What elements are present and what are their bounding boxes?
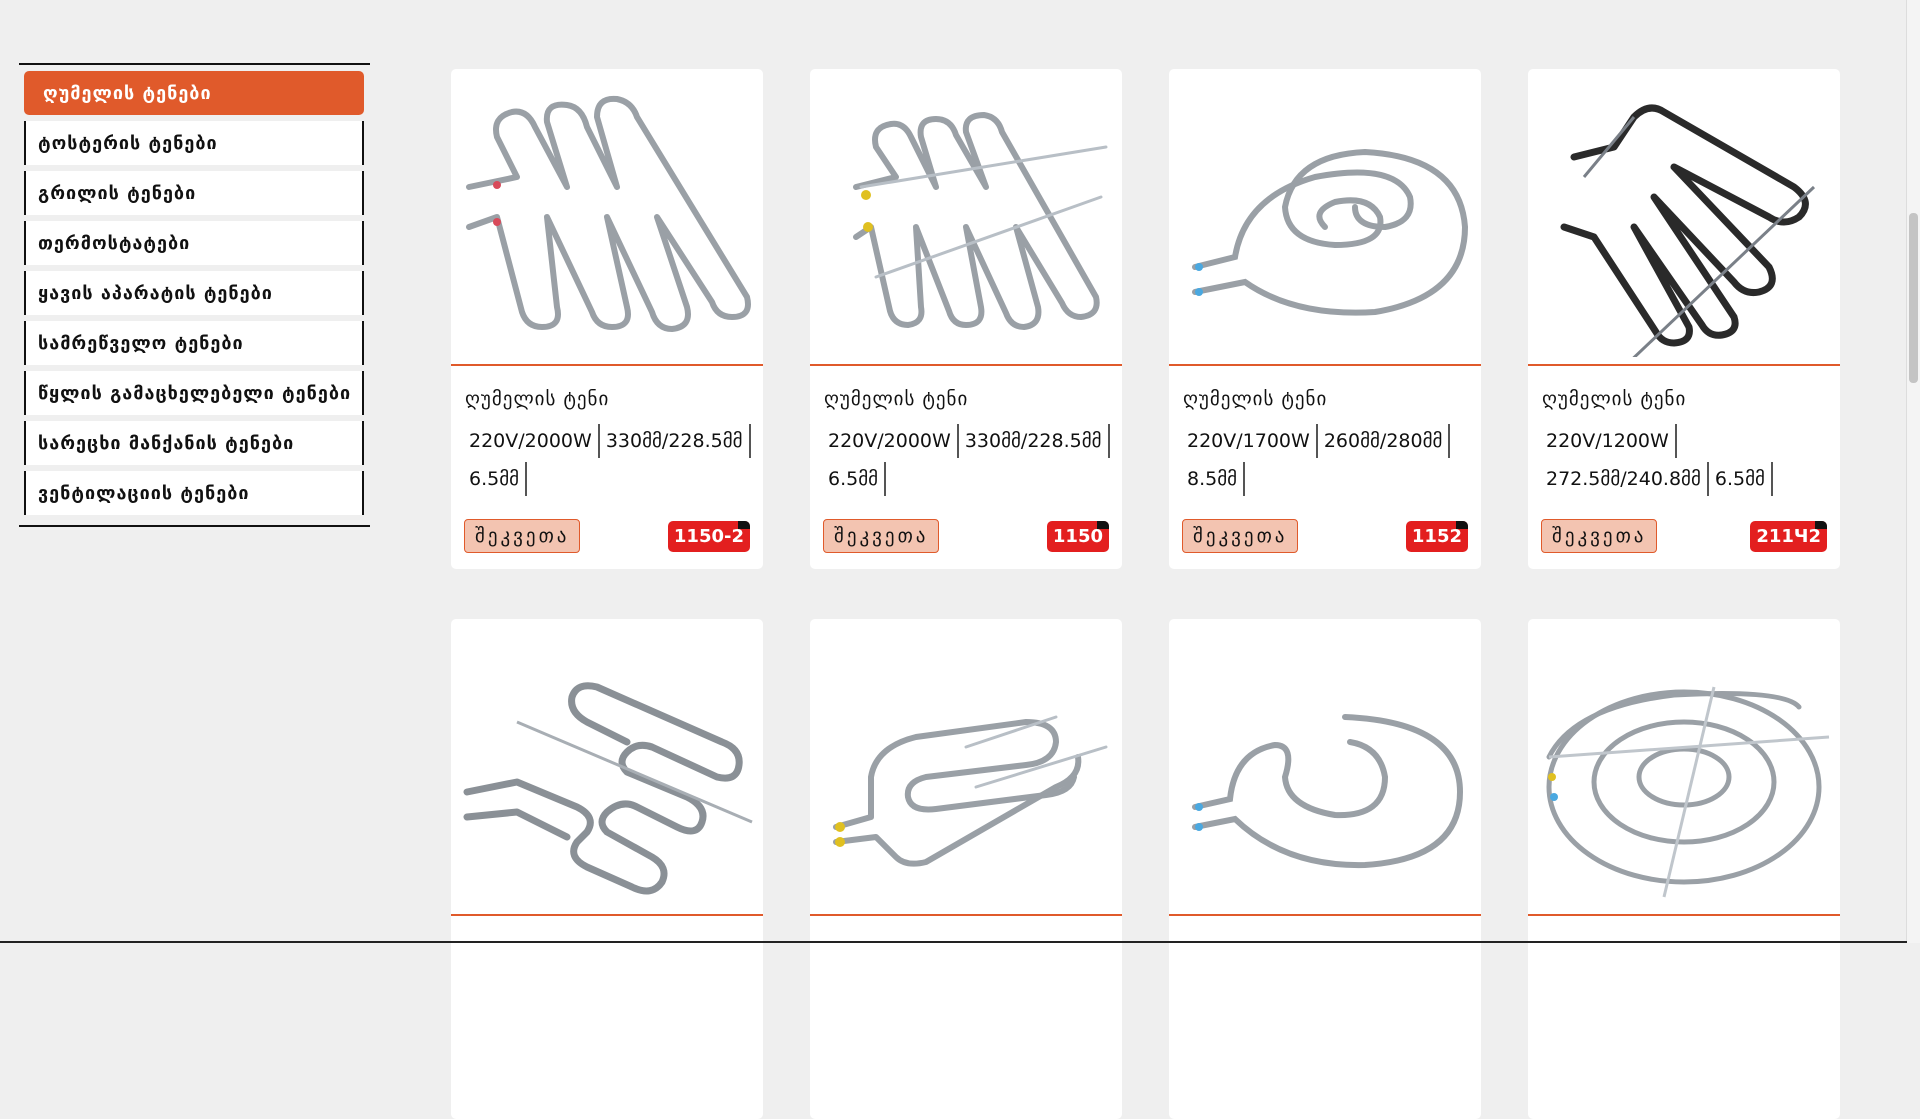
category-sidebar: ღუმელის ტენები ტოსტერის ტენები გრილის ტე… bbox=[19, 63, 370, 527]
product-image[interactable] bbox=[1169, 69, 1481, 366]
product-code-badge: 1150 bbox=[1046, 520, 1110, 552]
product-image[interactable] bbox=[1528, 69, 1840, 366]
product-card[interactable]: ღუმელის ტენი 220V/2000W 330მმ/228.5მმ 6.… bbox=[451, 69, 763, 569]
spec-dimensions: 330მმ/228.5მმ bbox=[959, 424, 1110, 458]
order-button[interactable]: შეკვეთა bbox=[1541, 519, 1658, 553]
spec-power: 220V/1700W bbox=[1181, 424, 1318, 458]
product-title[interactable]: ღუმელის ტენი bbox=[824, 388, 1122, 410]
sidebar-item-thermostats[interactable]: თერმოსტატები bbox=[24, 221, 364, 265]
zigzag-heating-element-icon bbox=[853, 111, 1108, 330]
spec-dimensions: 272.5მმ/240.8მმ bbox=[1540, 462, 1709, 496]
page-scrollbar[interactable] bbox=[1906, 0, 1920, 943]
product-code-badge: 211Ч2 bbox=[1750, 520, 1827, 552]
spec-diameter: 6.5მმ bbox=[1709, 462, 1773, 496]
spec-power: 220V/2000W bbox=[822, 424, 959, 458]
product-title[interactable]: ღუმელის ტენი bbox=[1542, 388, 1840, 410]
scrollbar-thumb[interactable] bbox=[1909, 213, 1918, 383]
spec-dimensions: 330მმ/228.5მმ bbox=[600, 424, 751, 458]
product-image[interactable] bbox=[810, 69, 1122, 366]
sidebar-item-ventilation-heaters[interactable]: ვენტილაციის ტენები bbox=[24, 471, 364, 515]
product-specs: 220V/1700W 260მმ/280მმ 8.5მმ bbox=[1181, 424, 1471, 500]
order-button[interactable]: შეკვეთა bbox=[1182, 519, 1299, 553]
product-card[interactable] bbox=[1528, 619, 1840, 1119]
sidebar-item-industrial-heaters[interactable]: სამრეწველო ტენები bbox=[24, 321, 364, 365]
spec-diameter: 6.5მმ bbox=[463, 462, 528, 496]
loop-heating-element-icon bbox=[833, 715, 1108, 867]
sidebar-item-coffee-machine-heaters[interactable]: ყავის აპარატის ტენები bbox=[24, 271, 364, 315]
product-specs: 220V/2000W 330მმ/228.5მმ 6.5მმ bbox=[463, 424, 753, 500]
product-card[interactable]: ღუმელის ტენი 220V/1700W 260მმ/280მმ 8.5მ… bbox=[1169, 69, 1481, 569]
order-button[interactable]: შეკვეთა bbox=[823, 519, 940, 553]
spec-power: 220V/1200W bbox=[1540, 424, 1677, 458]
spec-diameter: 8.5მმ bbox=[1181, 462, 1246, 496]
sidebar-item-water-heater-elements[interactable]: წყლის გამაცხელებელი ტენები bbox=[24, 371, 364, 415]
spec-diameter: 6.5მმ bbox=[822, 462, 887, 496]
sidebar-item-toaster-heaters[interactable]: ტოსტერის ტენები bbox=[24, 121, 364, 165]
product-code-badge: 1152 bbox=[1405, 520, 1469, 552]
spiral-heating-element-icon bbox=[1192, 713, 1464, 868]
product-card[interactable] bbox=[451, 619, 763, 1119]
product-card[interactable]: ღუმელის ტენი 220V/2000W 330მმ/228.5მმ 6.… bbox=[810, 69, 1122, 569]
product-image[interactable] bbox=[810, 619, 1122, 916]
product-card[interactable] bbox=[810, 619, 1122, 1119]
product-card[interactable]: ღუმელის ტენი 220V/1200W 272.5მმ/240.8მმ … bbox=[1528, 69, 1840, 569]
round-spiral-heating-element-icon bbox=[1546, 686, 1830, 897]
product-image[interactable] bbox=[451, 619, 763, 916]
spec-dimensions: 260მმ/280მმ bbox=[1318, 424, 1451, 458]
sidebar-item-grill-heaters[interactable]: გრილის ტენები bbox=[24, 171, 364, 215]
product-code-badge: 1150-2 bbox=[667, 520, 751, 552]
dark-zigzag-heating-element-icon bbox=[1560, 104, 1816, 357]
sidebar-item-washing-machine-heaters[interactable]: სარეცხი მანქანის ტენები bbox=[24, 421, 364, 465]
product-specs: 220V/1200W 272.5მმ/240.8მმ 6.5მმ bbox=[1540, 424, 1830, 500]
product-card[interactable] bbox=[1169, 619, 1481, 1119]
spiral-heating-element-icon bbox=[1192, 148, 1469, 316]
product-image[interactable] bbox=[451, 69, 763, 366]
product-title[interactable]: ღუმელის ტენი bbox=[1183, 388, 1481, 410]
zigzag-heating-element-icon bbox=[466, 95, 751, 332]
zigzag-heating-element-icon bbox=[463, 681, 753, 894]
product-grid: ღუმელის ტენი 220V/2000W 330მმ/228.5მმ 6.… bbox=[451, 69, 1840, 1119]
product-specs: 220V/2000W 330მმ/228.5მმ 6.5მმ bbox=[822, 424, 1112, 500]
order-button[interactable]: შეკვეთა bbox=[464, 519, 581, 553]
product-image[interactable] bbox=[1169, 619, 1481, 916]
product-title[interactable]: ღუმელის ტენი bbox=[465, 388, 763, 410]
product-image[interactable] bbox=[1528, 619, 1840, 916]
spec-power: 220V/2000W bbox=[463, 424, 600, 458]
sidebar-item-oven-heaters[interactable]: ღუმელის ტენები bbox=[24, 71, 364, 115]
